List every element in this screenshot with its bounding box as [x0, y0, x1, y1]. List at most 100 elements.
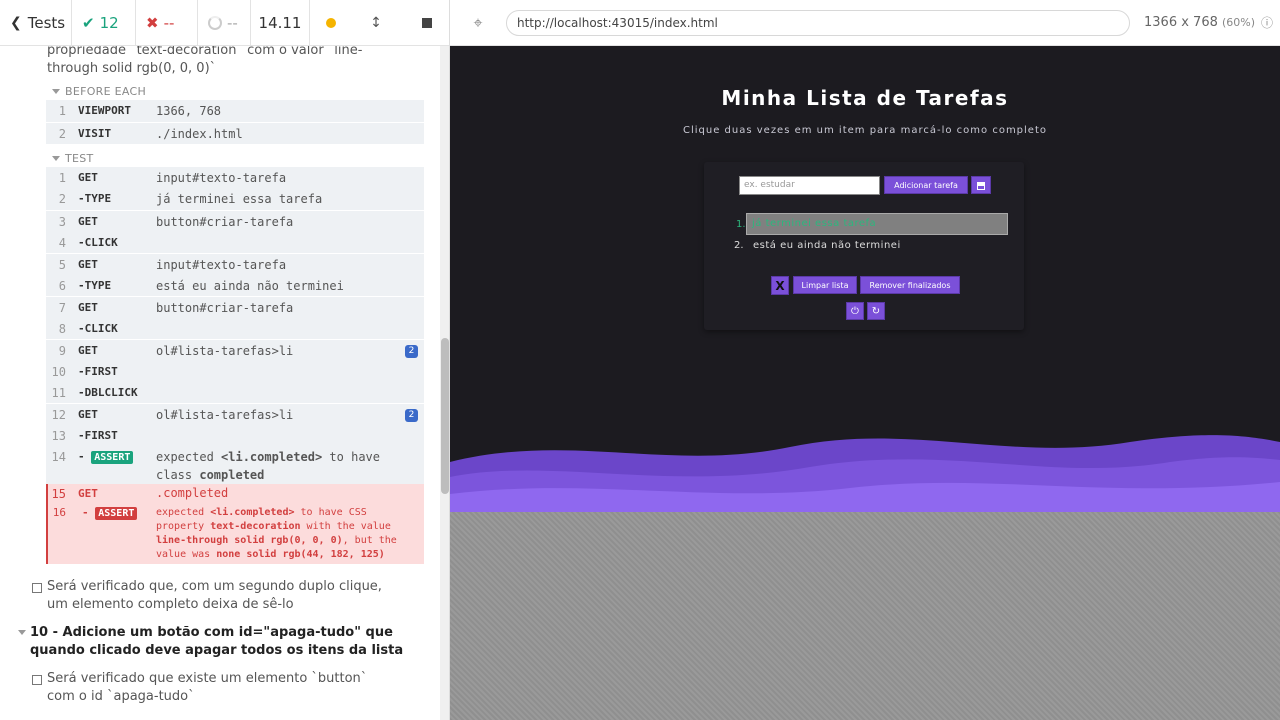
command-message: está eu ainda não terminei: [156, 279, 344, 293]
command-row[interactable]: 1 VIEWPORT 1366, 768: [46, 100, 424, 122]
command-name[interactable]: GET: [78, 301, 98, 314]
failed-count[interactable]: ✖ --: [136, 0, 198, 46]
command-name[interactable]: -CLICK: [78, 322, 118, 335]
info-icon[interactable]: ⓘ: [1261, 14, 1273, 31]
command-group: 9 GET ol#lista-tarefas>li 2 10 -FIRST 11…: [46, 339, 424, 403]
assert-text: expected: [156, 507, 205, 518]
test-checkbox: [32, 583, 42, 593]
command-number: 1: [58, 104, 66, 118]
command-name[interactable]: GET: [78, 408, 98, 421]
command-number: 14: [51, 450, 66, 464]
list-item-text: já terminei essa tarefa: [752, 218, 877, 229]
command-message: .completed: [156, 486, 229, 500]
passed-value: 12: [99, 13, 119, 32]
failed-value: --: [163, 13, 175, 32]
stop-icon[interactable]: [421, 17, 432, 28]
test-title[interactable]: Será verificado que, com um segundo dupl…: [47, 578, 387, 614]
assert-subject: <li.completed>: [210, 507, 295, 518]
remove-finished-button[interactable]: Remover finalizados: [860, 276, 960, 294]
command-name[interactable]: -FIRST: [78, 365, 118, 378]
viewport-info[interactable]: 1366 x 768 (60%): [1144, 15, 1255, 30]
assert-fail-command[interactable]: - ASSERT: [82, 506, 138, 520]
command-name[interactable]: -TYPE: [78, 192, 111, 205]
test-title[interactable]: Será verificado que existe um elemento `…: [47, 670, 387, 706]
running-dot-icon[interactable]: [326, 17, 336, 28]
command-number: 11: [51, 386, 66, 400]
command-name[interactable]: GET: [78, 487, 98, 500]
command-name[interactable]: -DBLCLICK: [78, 386, 138, 399]
command-number: 10: [51, 365, 66, 379]
clear-list-button[interactable]: Limpar lista: [793, 276, 857, 294]
reporter-scrollbar[interactable]: [440, 46, 449, 720]
assert-property: text-decoration: [210, 521, 301, 532]
before-each-hook[interactable]: BEFORE EACH: [52, 85, 146, 98]
selector-playground-icon[interactable]: ⌖: [450, 13, 506, 33]
command-group: 3 GET button#criar-tarefa 4 -CLICK: [46, 210, 424, 253]
command-message: ol#lista-tarefas>li: [156, 408, 294, 422]
assert-pass-message: expected <li.completed> to have class co…: [156, 448, 416, 484]
add-task-button[interactable]: Adicionar tarefa: [884, 176, 968, 194]
assert-tag: ASSERT: [91, 451, 134, 464]
command-number: 2: [58, 127, 66, 141]
assert-pass-command[interactable]: - ASSERT: [78, 450, 134, 464]
command-message: ol#lista-tarefas>li: [156, 344, 294, 358]
command-row[interactable]: 2 VISIT ./index.html: [46, 122, 424, 144]
tests-button[interactable]: ❮ Tests: [0, 0, 72, 46]
command-number: 7: [58, 301, 66, 315]
test-title-partial[interactable]: propriedade `text-decoration` com o valo…: [47, 46, 387, 78]
command-group: 7 GET button#criar-tarefa 8 -CLICK: [46, 296, 424, 339]
pending-count[interactable]: --: [198, 0, 250, 46]
command-name[interactable]: GET: [78, 258, 98, 271]
command-number: 13: [51, 429, 66, 443]
assert-subject: <li.completed>: [221, 450, 323, 464]
task-input[interactable]: ex. estudar: [739, 176, 880, 195]
command-name[interactable]: -CLICK: [78, 236, 118, 249]
command-number: 12: [51, 408, 66, 422]
command-number: 4: [58, 236, 66, 250]
chevron-left-icon: ❮: [10, 14, 22, 31]
tests-label: Tests: [27, 13, 66, 32]
run-controls: ↕: [310, 0, 449, 46]
auto-scroll-icon[interactable]: ↕: [370, 15, 382, 31]
command-group: 5 GET input#texto-tarefa 6 -TYPE está eu…: [46, 253, 424, 296]
command-number: 5: [58, 258, 66, 272]
test-hook[interactable]: TEST: [52, 152, 94, 165]
command-message: 1366, 768: [156, 104, 222, 118]
caret-down-icon: [52, 89, 60, 94]
assert-text: to have: [329, 450, 380, 464]
list-item[interactable]: está eu ainda não terminei: [753, 240, 901, 251]
passed-count[interactable]: ✔ 12: [72, 0, 136, 46]
runnable-list: propriedade `text-decoration` com o valo…: [0, 46, 440, 720]
power-icon: ⏻: [851, 306, 859, 317]
list-item-completed[interactable]: já terminei essa tarefa: [746, 213, 1008, 235]
floppy-icon: [977, 182, 985, 190]
command-message: button#criar-tarefa: [156, 215, 294, 229]
assert-text: expected: [156, 450, 214, 464]
command-name[interactable]: -TYPE: [78, 279, 111, 292]
command-name[interactable]: GET: [78, 344, 98, 357]
list-item-number: 2.: [734, 240, 744, 251]
wave-decoration: [450, 435, 1280, 512]
suite-title[interactable]: 10 - Adicione um botão com id="apaga-tud…: [30, 624, 410, 660]
command-number: 2: [58, 192, 66, 206]
caret-down-icon: [18, 630, 26, 635]
x-icon: ✖: [146, 13, 159, 32]
save-button[interactable]: [971, 176, 991, 194]
url-bar[interactable]: http://localhost:43015/index.html: [506, 9, 1130, 36]
command-name[interactable]: -FIRST: [78, 429, 118, 442]
viewport-size: 1366 x 768: [1144, 15, 1218, 30]
assert-expected-value: line-through solid rgb(0, 0, 0): [156, 535, 343, 546]
command-number: 15: [51, 487, 66, 501]
reporter-panel: ❮ Tests ✔ 12 ✖ -- -- 14.11 ↕ propriedade…: [0, 0, 450, 720]
command-number: 9: [58, 344, 66, 358]
app-title: Minha Lista de Tarefas: [721, 86, 1009, 110]
command-name[interactable]: GET: [78, 215, 98, 228]
refresh-button[interactable]: ↻: [867, 302, 885, 320]
app-subtitle: Clique duas vezes em um item para marcá-…: [682, 125, 1047, 136]
power-button[interactable]: ⏻: [846, 302, 864, 320]
command-name[interactable]: GET: [78, 171, 98, 184]
clear-all-x-button[interactable]: X: [771, 276, 789, 295]
scrollbar-thumb[interactable]: [441, 338, 449, 494]
caret-down-icon: [52, 156, 60, 161]
test-label: TEST: [65, 152, 94, 165]
